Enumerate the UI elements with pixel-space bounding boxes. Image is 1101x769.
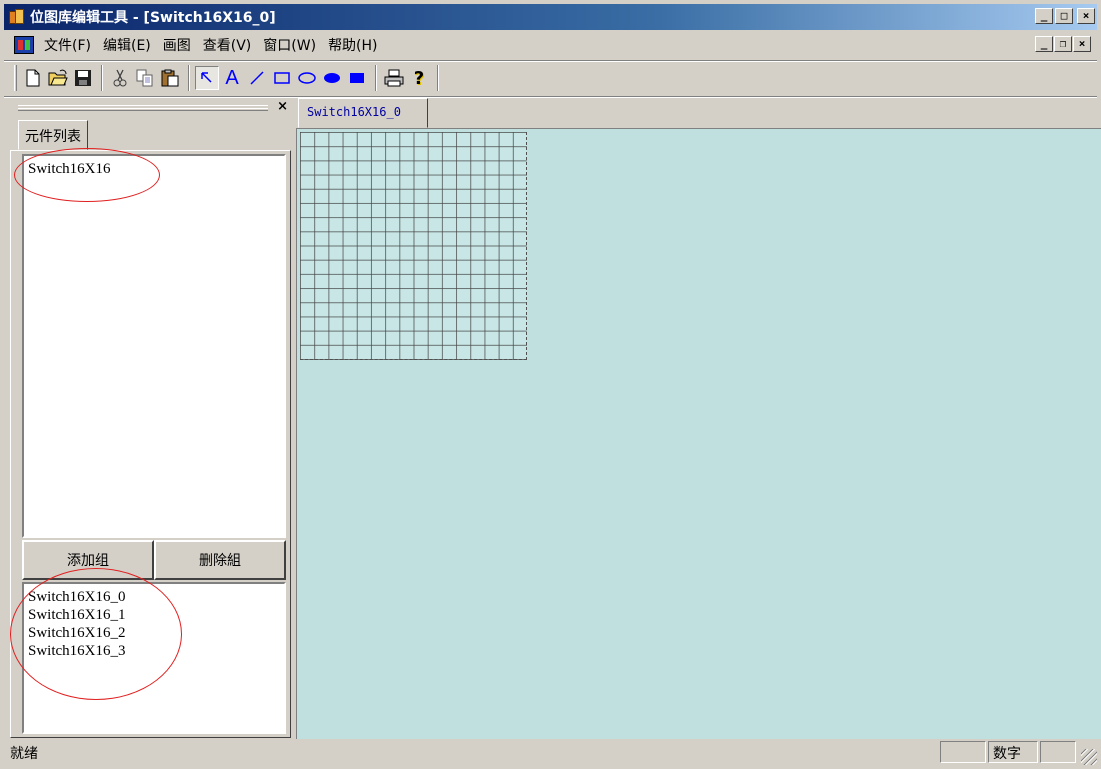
line-tool-icon[interactable] <box>245 66 269 90</box>
status-pane <box>1040 741 1076 763</box>
copy-icon[interactable] <box>133 66 157 90</box>
list-item[interactable]: Switch16X16_0 <box>24 588 284 606</box>
new-file-icon[interactable] <box>21 66 45 90</box>
menu-draw[interactable]: 画图 <box>157 35 197 55</box>
mdi-buttons: _ ❐ × <box>1035 36 1091 52</box>
minimize-button[interactable]: _ <box>1035 8 1053 24</box>
print-icon[interactable] <box>382 66 406 90</box>
toolbar: A ? <box>14 62 444 94</box>
text-tool-glyph: A <box>225 66 239 89</box>
ellipse-tool-icon[interactable] <box>295 66 319 90</box>
app-window: 位图库编辑工具 - [Switch16X16_0] _ □ × 文件(F) 编辑… <box>0 0 1101 769</box>
list-item[interactable]: Switch16X16_3 <box>24 642 284 660</box>
dock-grip[interactable] <box>18 108 268 111</box>
toolbar-separator <box>375 65 377 91</box>
app-icon[interactable] <box>8 8 26 26</box>
text-tool-icon[interactable]: A <box>220 66 244 90</box>
help-icon[interactable]: ? <box>407 66 431 90</box>
dock-close-icon[interactable]: × <box>277 99 288 114</box>
close-button[interactable]: × <box>1077 8 1095 24</box>
paste-icon[interactable] <box>158 66 182 90</box>
select-arrow-icon[interactable] <box>195 66 219 90</box>
document-icon[interactable] <box>14 36 34 54</box>
status-pane <box>940 741 986 763</box>
list-item[interactable]: Switch16X16_2 <box>24 624 284 642</box>
mdi-minimize-button[interactable]: _ <box>1035 36 1053 52</box>
maximize-button[interactable]: □ <box>1055 8 1073 24</box>
pixel-grid[interactable] <box>300 132 527 360</box>
help-glyph: ? <box>413 67 425 89</box>
toolbar-separator <box>188 65 190 91</box>
caption-buttons: _ □ × <box>1035 8 1095 24</box>
tab-document[interactable]: Switch16X16_0 <box>298 98 428 128</box>
list-item[interactable]: Switch16X16_1 <box>24 606 284 624</box>
toolbar-bottom-border <box>4 96 1097 98</box>
dock-panel-header[interactable]: × <box>14 99 290 116</box>
bitmap-list[interactable]: Switch16X16_0 Switch16X16_1 Switch16X16_… <box>22 582 286 734</box>
save-icon[interactable] <box>71 66 95 90</box>
menu-view[interactable]: 查看(V) <box>197 35 258 55</box>
delete-group-button[interactable]: 删除組 <box>154 540 286 580</box>
resize-grip[interactable] <box>1081 749 1097 765</box>
open-folder-icon[interactable] <box>46 66 70 90</box>
menu-window[interactable]: 窗口(W) <box>257 35 322 55</box>
list-item[interactable]: Switch16X16 <box>24 160 284 178</box>
title-bar[interactable]: 位图库编辑工具 - [Switch16X16_0] _ □ × <box>4 4 1097 30</box>
mdi-restore-button[interactable]: ❐ <box>1054 36 1072 52</box>
component-list[interactable]: Switch16X16 <box>22 154 286 538</box>
toolbar-separator <box>437 65 439 91</box>
menu-file[interactable]: 文件(F) <box>38 35 97 55</box>
window-title: 位图库编辑工具 - [Switch16X16_0] <box>30 10 276 26</box>
menu-help[interactable]: 帮助(H) <box>322 35 383 55</box>
group-buttons: 添加组 删除組 <box>22 540 286 580</box>
status-pane-numlock: 数字 <box>988 741 1038 763</box>
add-group-button[interactable]: 添加组 <box>22 540 154 580</box>
toolbar-grip[interactable] <box>14 65 17 91</box>
cut-icon[interactable] <box>108 66 132 90</box>
tab-component-list[interactable]: 元件列表 <box>18 120 88 150</box>
status-bar: 就绪 数字 <box>4 741 1097 765</box>
filled-rectangle-tool-icon[interactable] <box>345 66 369 90</box>
filled-ellipse-tool-icon[interactable] <box>320 66 344 90</box>
rectangle-tool-icon[interactable] <box>270 66 294 90</box>
menu-edit[interactable]: 编辑(E) <box>97 35 157 55</box>
status-text: 就绪 <box>10 746 38 762</box>
toolbar-separator <box>101 65 103 91</box>
menu-bar: 文件(F) 编辑(E) 画图 查看(V) 窗口(W) 帮助(H) _ ❐ × <box>4 32 1097 58</box>
mdi-close-button[interactable]: × <box>1073 36 1091 52</box>
